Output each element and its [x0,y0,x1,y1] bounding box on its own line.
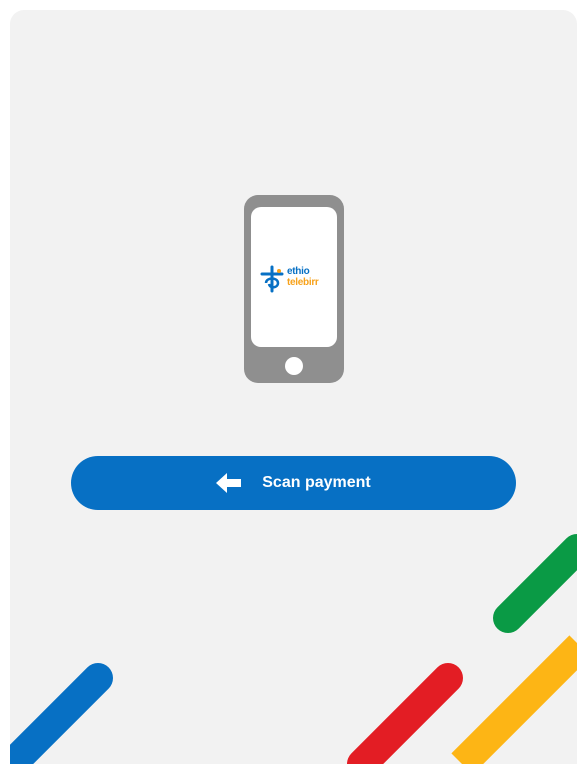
phone-illustration: ethio telebirr [244,195,344,383]
telebirr-logo: ethio telebirr [258,265,334,295]
logo-line1: ethio [287,266,310,277]
yellow-stripe [451,635,577,764]
telebirr-logo-icon [260,265,284,293]
red-stripe [347,663,463,764]
arrow-left-icon [216,473,242,493]
scan-payment-label: Scan payment [262,474,371,491]
green-stripe [493,534,577,633]
scan-payment-button[interactable]: Scan payment [71,456,516,510]
blue-stripe [10,663,113,764]
decorative-stripes [10,534,577,764]
payment-card: ethio telebirr Scan payment [10,10,577,764]
logo-line2: telebirr [287,277,319,288]
